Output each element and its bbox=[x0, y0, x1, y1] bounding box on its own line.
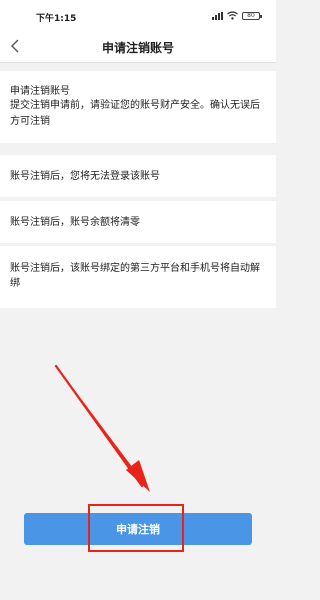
status-time: 下午1:15 bbox=[36, 14, 77, 24]
notice-text: 账号注销后，账号余额将清零 bbox=[10, 217, 140, 228]
intro-card: 申请注销账号 提交注销申请前，请验证您的账号财产安全。确认无误后方可注销 bbox=[0, 71, 276, 143]
wifi-icon bbox=[227, 11, 238, 20]
notice-text: 账号注销后，您将无法登录该账号 bbox=[10, 171, 160, 182]
navigation-bar: 申请注销账号 bbox=[0, 30, 276, 62]
notice-item: 账号注销后，您将无法登录该账号 bbox=[0, 155, 276, 197]
notice-item: 账号注销后，账号余额将清零 bbox=[0, 201, 276, 243]
apply-cancel-account-button[interactable]: 申请注销 bbox=[24, 513, 252, 545]
nav-divider bbox=[0, 62, 276, 63]
page-title: 申请注销账号 bbox=[101, 41, 174, 55]
status-bar: 下午1:15 80 bbox=[0, 0, 276, 30]
signal-icon bbox=[212, 11, 223, 20]
content-background bbox=[0, 308, 276, 600]
intro-title: 申请注销账号 bbox=[10, 86, 70, 97]
notice-text: 账号注销后，该账号绑定的第三方平台和手机号将自动解绑 bbox=[10, 263, 260, 289]
notice-item: 账号注销后，该账号绑定的第三方平台和手机号将自动解绑 bbox=[0, 246, 276, 308]
status-icons: 80 bbox=[212, 11, 262, 20]
battery-icon: 80 bbox=[242, 11, 262, 20]
intro-description: 提交注销申请前，请验证您的账号财产安全。确认无误后方可注销 bbox=[10, 100, 260, 127]
